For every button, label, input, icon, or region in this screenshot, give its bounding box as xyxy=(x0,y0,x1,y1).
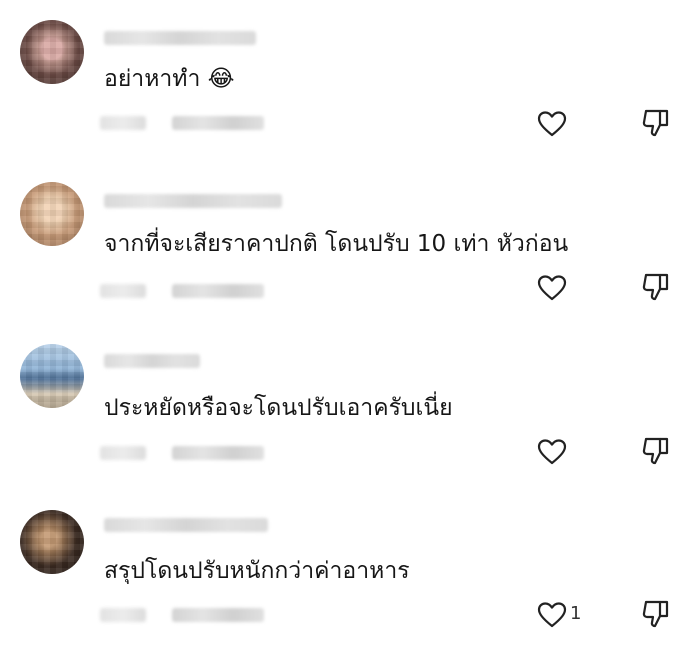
timestamp-blurred xyxy=(100,608,146,622)
dislike-button[interactable] xyxy=(641,436,671,466)
like-button[interactable] xyxy=(537,438,567,466)
reply-link-blurred[interactable] xyxy=(172,608,264,622)
comment-text: จากที่จะเสียราคาปกติ โดนปรับ 10 เท่า หัว… xyxy=(104,231,569,257)
thumbs-down-outline-icon xyxy=(642,600,669,628)
comment-text: ประหยัดหรือจะโดนปรับเอาครับเนี่ย xyxy=(104,395,453,421)
timestamp-blurred xyxy=(100,446,146,460)
like-button[interactable] xyxy=(537,601,567,629)
comment-text: อย่าหาทำ 😂 xyxy=(104,66,235,92)
comment-text: สรุปโดนปรับหนักกว่าค่าอาหาร xyxy=(104,558,410,584)
username-blurred[interactable] xyxy=(104,354,200,368)
dislike-button[interactable] xyxy=(641,108,671,138)
comment-item: อย่าหาทำ 😂 xyxy=(0,0,700,160)
avatar[interactable] xyxy=(20,20,84,84)
heart-outline-icon xyxy=(537,275,567,301)
avatar[interactable] xyxy=(20,510,84,574)
thumbs-down-outline-icon xyxy=(642,109,669,137)
like-count: 1 xyxy=(570,603,582,624)
dislike-button[interactable] xyxy=(641,599,671,629)
heart-outline-icon xyxy=(537,111,567,137)
like-button[interactable] xyxy=(537,110,567,138)
timestamp-blurred xyxy=(100,284,146,298)
heart-outline-icon xyxy=(537,602,567,628)
avatar[interactable] xyxy=(20,182,84,246)
thumbs-down-outline-icon xyxy=(642,437,669,465)
heart-outline-icon xyxy=(537,439,567,465)
thumbs-down-outline-icon xyxy=(642,273,669,301)
reply-link-blurred[interactable] xyxy=(172,446,264,460)
like-button[interactable] xyxy=(537,274,567,302)
dislike-button[interactable] xyxy=(641,272,671,302)
reply-link-blurred[interactable] xyxy=(172,284,264,298)
username-blurred[interactable] xyxy=(104,194,282,208)
comment-item: ประหยัดหรือจะโดนปรับเอาครับเนี่ย xyxy=(0,328,700,488)
avatar[interactable] xyxy=(20,344,84,408)
comment-item: สรุปโดนปรับหนักกว่าค่าอาหาร 1 xyxy=(0,492,700,652)
username-blurred[interactable] xyxy=(104,31,256,45)
reply-link-blurred[interactable] xyxy=(172,116,264,130)
timestamp-blurred xyxy=(100,116,146,130)
comment-item: จากที่จะเสียราคาปกติ โดนปรับ 10 เท่า หัว… xyxy=(0,162,700,322)
username-blurred[interactable] xyxy=(104,518,268,532)
